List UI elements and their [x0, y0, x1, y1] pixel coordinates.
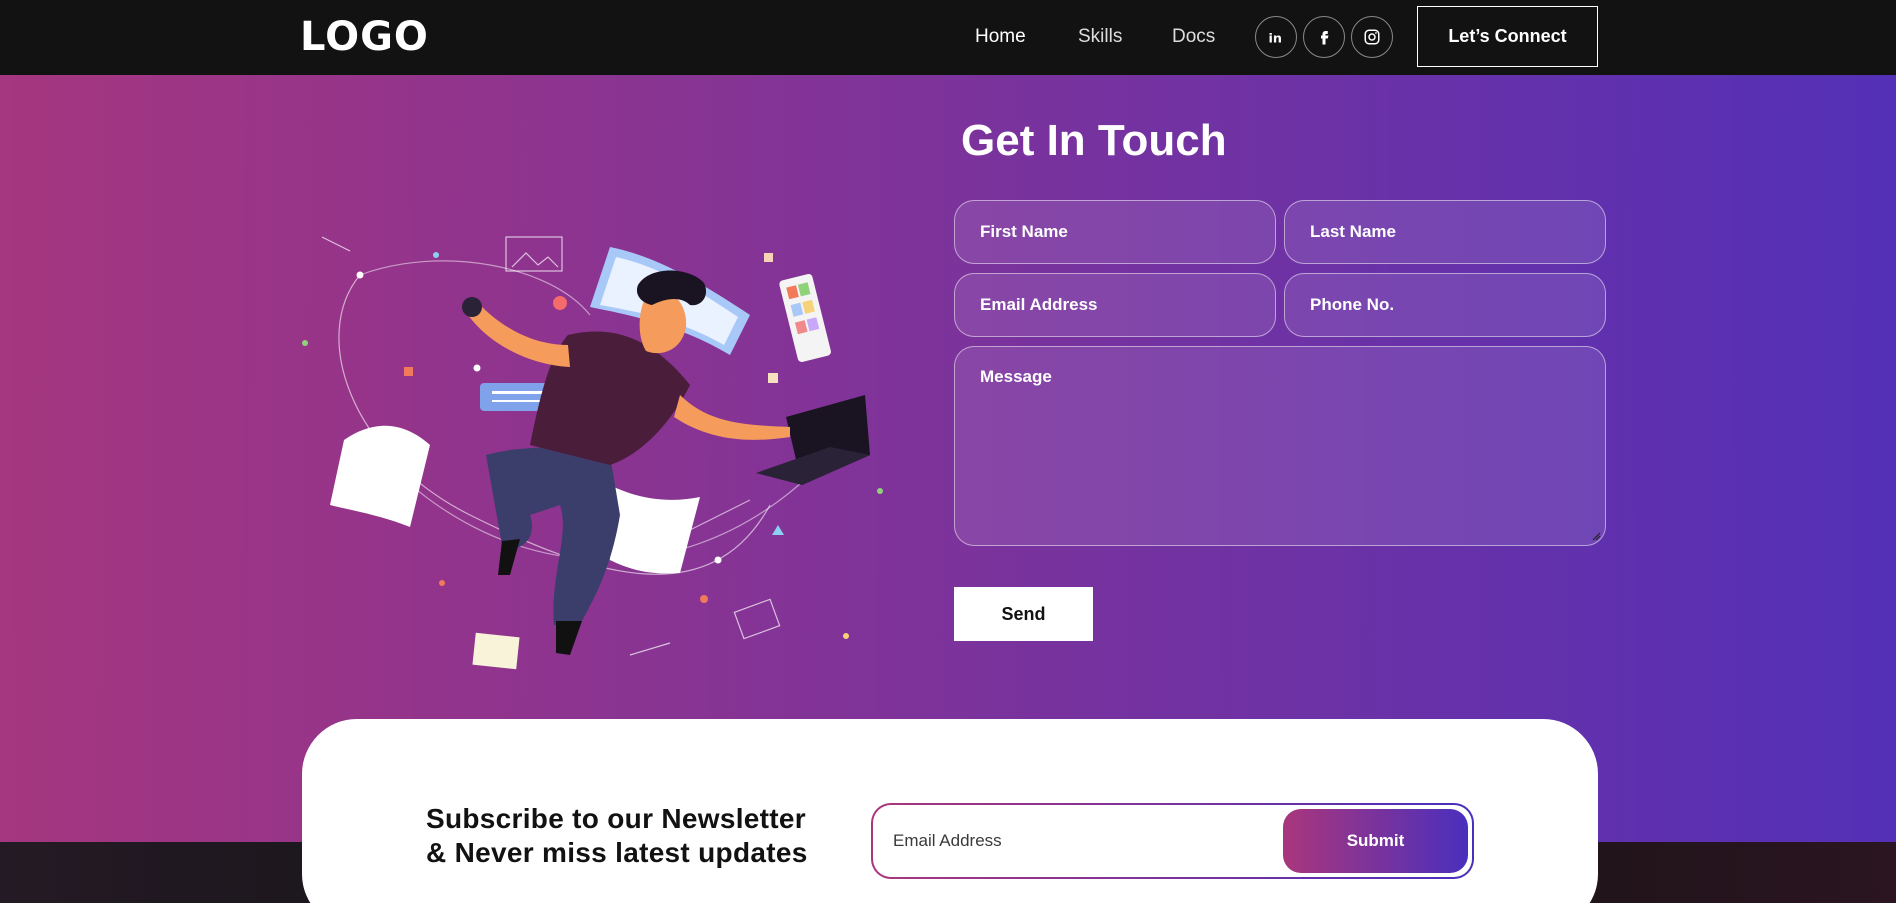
send-button[interactable]: Send — [954, 587, 1093, 641]
last-name-field[interactable]: Last Name — [1284, 200, 1606, 264]
first-name-field[interactable]: First Name — [954, 200, 1276, 264]
message-field[interactable]: Message — [954, 346, 1606, 546]
resize-handle-icon[interactable] — [1592, 532, 1601, 541]
lets-connect-button[interactable]: Let’s Connect — [1417, 6, 1598, 67]
newsletter-title: Subscribe to our Newsletter & Never miss… — [426, 802, 808, 870]
newsletter-card: Subscribe to our Newsletter & Never miss… — [302, 719, 1598, 903]
svg-text:in: in — [1269, 31, 1282, 46]
email-field[interactable]: Email Address — [954, 273, 1276, 337]
nav-link-skills[interactable]: Skills — [1078, 24, 1122, 50]
navbar: LOGO Home Skills Docs in Let’s Connect — [0, 0, 1896, 75]
newsletter-form: Email Address Submit — [871, 803, 1474, 879]
logo[interactable]: LOGO — [300, 14, 429, 60]
linkedin-icon[interactable]: in — [1255, 16, 1297, 58]
contact-title: Get In Touch — [961, 116, 1227, 165]
nav-link-home[interactable]: Home — [975, 24, 1026, 50]
facebook-icon[interactable] — [1303, 16, 1345, 58]
newsletter-email-input[interactable]: Email Address — [893, 831, 1002, 851]
phone-field[interactable]: Phone No. — [1284, 273, 1606, 337]
newsletter-form-inner: Email Address Submit — [873, 805, 1472, 877]
contact-illustration — [302, 236, 883, 670]
instagram-icon[interactable] — [1351, 16, 1393, 58]
newsletter-title-line1: Subscribe to our Newsletter — [426, 803, 806, 834]
nav-link-docs[interactable]: Docs — [1172, 24, 1215, 50]
message-placeholder: Message — [980, 367, 1052, 386]
newsletter-submit-button[interactable]: Submit — [1283, 809, 1468, 873]
newsletter-title-line2: & Never miss latest updates — [426, 837, 808, 868]
